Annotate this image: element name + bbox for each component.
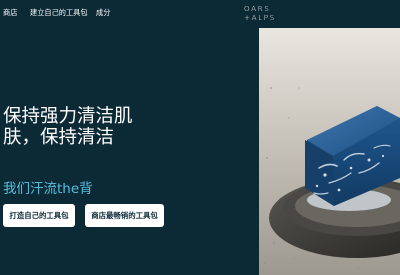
hero-subheadline: 我们汗流the背: [3, 181, 93, 197]
shop-bestsellers-button[interactable]: 商店最畅销的工具包: [85, 204, 164, 227]
nav-link-shop[interactable]: 商店: [3, 8, 17, 18]
build-kit-button[interactable]: 打造自己的工具包: [3, 204, 75, 227]
hero-soap-image: [259, 28, 400, 275]
logo-line-2: +ALPS: [244, 12, 276, 22]
brand-logo[interactable]: OARS +ALPS: [244, 4, 276, 22]
hero-headline: 保持强力清洁肌肤，保持清洁: [3, 106, 133, 148]
nav-link-build-kit[interactable]: 建立自己的工具包: [30, 8, 88, 18]
top-navigation: 商店 建立自己的工具包 成分 OARS +ALPS: [0, 0, 400, 28]
page: 商店 建立自己的工具包 成分 OARS +ALPS 保持强力清洁肌肤，保持清洁 …: [0, 0, 400, 275]
nav-link-ingredients[interactable]: 成分: [96, 8, 110, 18]
